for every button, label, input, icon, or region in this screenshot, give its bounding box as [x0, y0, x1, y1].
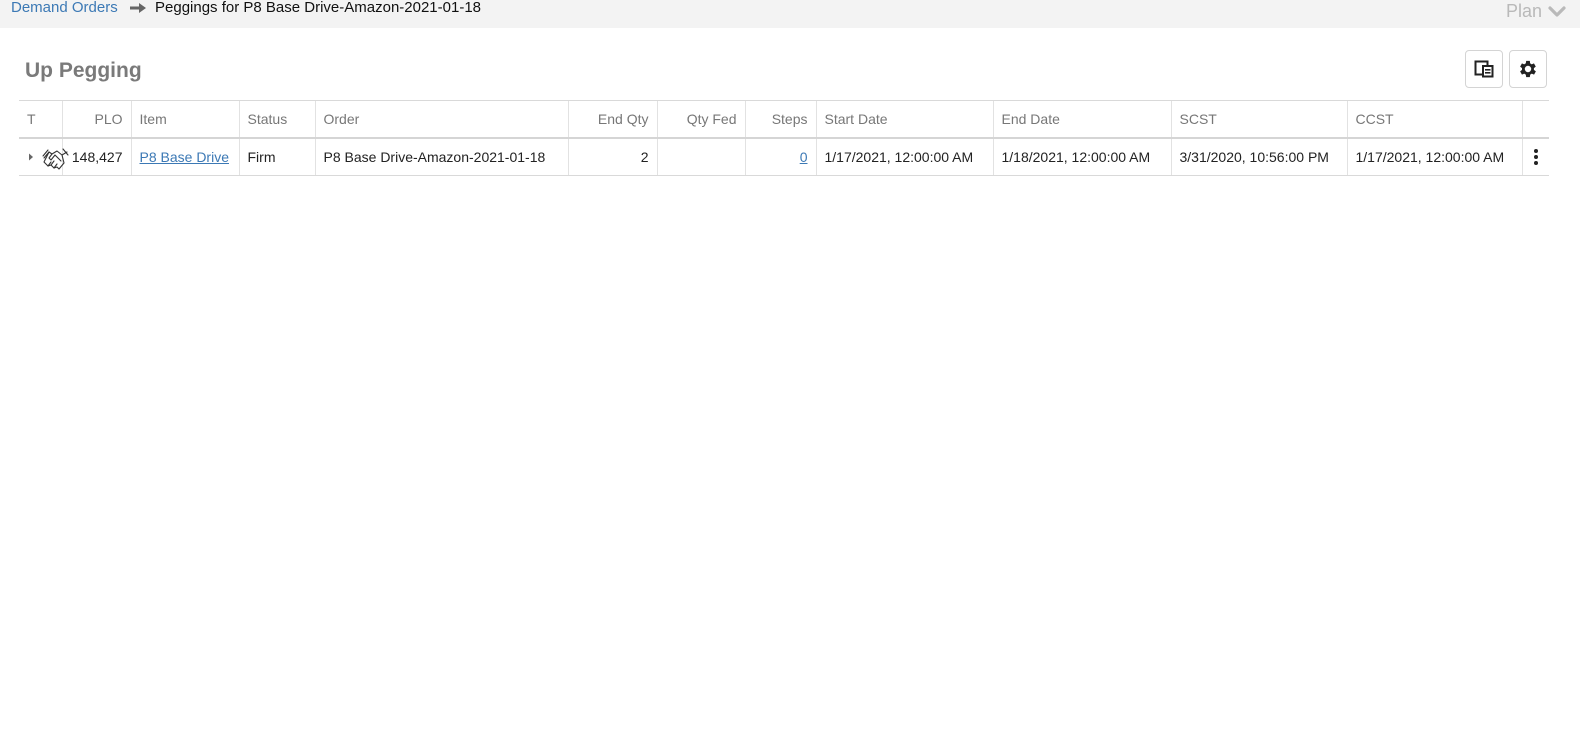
status-value: Firm [238, 137, 315, 176]
expand-row-icon[interactable] [27, 152, 35, 162]
column-header-scst[interactable]: SCST [1170, 100, 1347, 139]
column-header-t[interactable]: T [19, 100, 62, 139]
plan-menu[interactable]: Plan [1506, 0, 1566, 22]
kebab-menu-icon[interactable] [1533, 148, 1539, 166]
order-value: P8 Base Drive-Amazon-2021-01-18 [314, 137, 568, 176]
column-header-steps[interactable]: Steps [744, 100, 816, 139]
row-actions-cell [1521, 137, 1549, 176]
column-header-qty-fed[interactable]: Qty Fed [656, 100, 745, 139]
column-header-ccst[interactable]: CCST [1346, 100, 1522, 139]
steps-link[interactable]: 0 [800, 149, 808, 165]
breadcrumb-current: Peggings for P8 Base Drive-Amazon-2021-0… [155, 0, 482, 16]
column-header-end-date[interactable]: End Date [992, 100, 1171, 139]
end-qty-value: 2 [567, 137, 657, 176]
type-cell [19, 137, 69, 176]
plan-menu-label: Plan [1505, 1, 1542, 21]
table-row[interactable]: 148,427 P8 Base Drive Firm P8 Base Drive… [19, 137, 1549, 176]
arrow-right-icon [130, 3, 146, 13]
column-header-item[interactable]: Item [130, 100, 239, 139]
up-pegging-grid: T PLO Item Status Order End Qty Qty Fed … [19, 100, 1549, 176]
column-header-order[interactable]: Order [314, 100, 568, 139]
end-date-value: 1/18/2021, 12:00:00 AM [992, 137, 1171, 176]
settings-button[interactable] [1509, 50, 1547, 88]
ccst-value: 1/17/2021, 12:00:00 AM [1346, 137, 1522, 176]
column-chooser-icon [1474, 60, 1494, 78]
start-date-value: 1/17/2021, 12:00:00 AM [815, 137, 993, 176]
gear-icon [1520, 60, 1536, 78]
breadcrumb-demand-orders-link[interactable]: Demand Orders [11, 0, 118, 18]
column-chooser-button[interactable] [1465, 50, 1503, 88]
column-header-plo[interactable]: PLO [61, 100, 131, 139]
column-header-status[interactable]: Status [238, 100, 315, 139]
steps-cell: 0 [744, 137, 816, 176]
grid-header-row: T PLO Item Status Order End Qty Qty Fed … [19, 100, 1549, 139]
breadcrumb-bar: Demand Orders Peggings for P8 Base Drive… [0, 0, 1580, 28]
plo-value: 148,427 [61, 137, 131, 176]
chevron-down-icon [1548, 6, 1566, 17]
column-header-start-date[interactable]: Start Date [815, 100, 993, 139]
item-cell: P8 Base Drive [130, 137, 239, 176]
scst-value: 3/31/2020, 10:56:00 PM [1170, 137, 1347, 176]
column-header-end-qty[interactable]: End Qty [567, 100, 657, 139]
item-link[interactable]: P8 Base Drive [140, 149, 229, 165]
column-header-actions [1521, 100, 1549, 139]
page-title: Up Pegging [25, 59, 142, 82]
qty-fed-value [656, 137, 745, 176]
